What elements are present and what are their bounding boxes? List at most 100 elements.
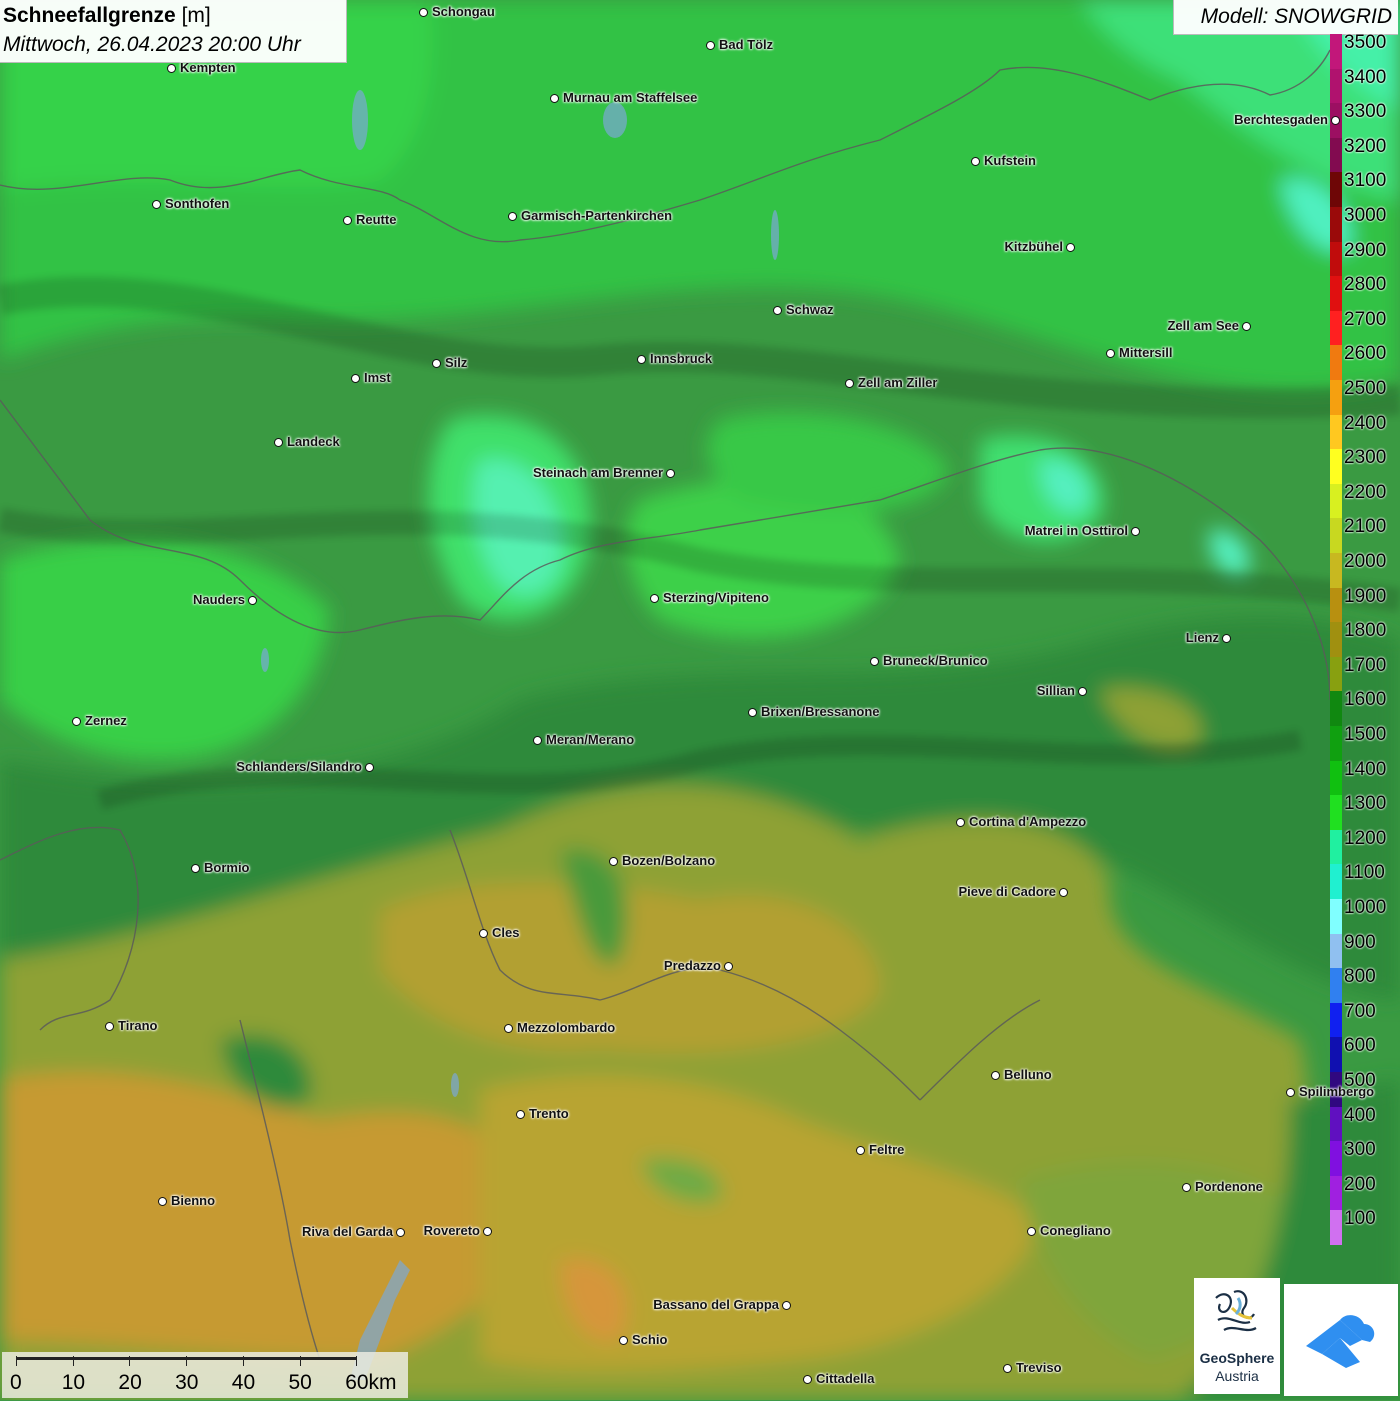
city-marker[interactable] [72,717,81,726]
city-marker[interactable] [191,864,200,873]
city-marker[interactable] [1286,1088,1295,1097]
city-marker[interactable] [483,1227,492,1236]
city-marker[interactable] [167,64,176,73]
city-marker[interactable] [419,8,428,17]
city-marker[interactable] [1131,527,1140,536]
geosphere-logo[interactable]: GeoSphere Austria [1194,1278,1280,1394]
legend-label: 2200 [1344,481,1387,503]
city-marker[interactable] [1027,1227,1036,1236]
city-marker[interactable] [637,355,646,364]
city-marker[interactable] [158,1197,167,1206]
city-marker[interactable] [1106,349,1115,358]
city-label: Matrei in Osttirol [1024,523,1128,538]
city-marker[interactable] [870,657,879,666]
city-marker[interactable] [619,1336,628,1345]
scale-label: 60km [345,1371,397,1394]
city-label: Tirano [118,1018,158,1033]
city-marker[interactable] [1331,116,1340,125]
city-label: Sonthofen [165,196,230,211]
legend-label: 600 [1344,1035,1376,1057]
legend-swatch [1330,1106,1342,1142]
city-marker[interactable] [1242,322,1251,331]
city-label: Feltre [869,1142,905,1157]
city-marker[interactable] [274,438,283,447]
city-marker[interactable] [1066,243,1075,252]
city-marker[interactable] [956,818,965,827]
city-marker[interactable] [516,1110,525,1119]
legend-swatch [1330,483,1342,519]
scale-tick [356,1356,358,1366]
city-marker[interactable] [1078,687,1087,696]
scale-label: 50 [288,1371,312,1394]
city-marker[interactable] [432,359,441,368]
legend-label: 3200 [1344,135,1387,157]
city-label: Bad Tölz [719,37,774,52]
legend-label: 2600 [1344,343,1387,365]
city-label: Pieve di Cadore [958,884,1056,899]
city-marker[interactable] [1222,634,1231,643]
city-marker[interactable] [396,1228,405,1237]
city-marker[interactable] [706,41,715,50]
city-marker[interactable] [748,708,757,717]
city-marker[interactable] [504,1024,513,1033]
city-marker[interactable] [666,469,675,478]
city-marker[interactable] [782,1301,791,1310]
legend-label: 2800 [1344,274,1387,296]
legend-label: 700 [1344,1000,1376,1022]
city-marker[interactable] [365,763,374,772]
legend-swatch [1330,1175,1342,1211]
legend-label: 800 [1344,966,1376,988]
legend-swatch [1330,1037,1342,1073]
legend-label: 2500 [1344,378,1387,399]
city-marker[interactable] [845,379,854,388]
geosphere-emblem-icon [1215,1290,1257,1332]
app-logo[interactable] [1284,1284,1398,1396]
legend-label: 100 [1344,1208,1376,1230]
legend-swatch [1330,760,1342,796]
city-label: Bruneck/Brunico [883,653,988,668]
legend-swatch [1330,34,1342,70]
city-marker[interactable] [248,596,257,605]
city-label: Trento [529,1106,569,1121]
city-label: Lienz [1185,630,1219,645]
city-marker[interactable] [609,857,618,866]
legend-swatch [1330,449,1342,485]
city-marker[interactable] [152,200,161,209]
city-label: Kitzbühel [1004,239,1064,254]
model-panel: Modell: SNOWGRID [1173,0,1398,35]
city-marker[interactable] [550,94,559,103]
city-marker[interactable] [351,374,360,383]
city-label: Innsbruck [650,351,713,366]
legend-swatch [1330,587,1342,623]
city-marker[interactable] [105,1022,114,1031]
city-marker[interactable] [1059,888,1068,897]
city-label: Zernez [85,713,127,728]
city-marker[interactable] [773,306,782,315]
city-marker[interactable] [650,594,659,603]
legend-label: 2100 [1344,516,1387,538]
city-marker[interactable] [533,736,542,745]
city-label: Landeck [287,434,340,449]
legend-swatch [1330,207,1342,243]
city-marker[interactable] [724,962,733,971]
legend-label: 200 [1344,1173,1376,1195]
legend-swatch [1330,345,1342,381]
city-marker[interactable] [803,1375,812,1384]
scale-label: 0 [10,1371,22,1394]
city-marker[interactable] [1182,1183,1191,1192]
city-label: Bormio [204,860,250,875]
city-marker[interactable] [991,1071,1000,1080]
city-label: Meran/Merano [546,732,635,747]
city-marker[interactable] [1003,1364,1012,1373]
legend-label: 3100 [1344,170,1387,192]
city-marker[interactable] [856,1146,865,1155]
legend-label: 1100 [1344,862,1385,884]
city-label: Nauders [192,592,245,607]
legend-swatch [1330,656,1342,692]
city-marker[interactable] [479,929,488,938]
legend-label: 1900 [1344,585,1387,607]
legend-label: 3000 [1344,205,1387,226]
city-marker[interactable] [508,212,517,221]
city-marker[interactable] [343,216,352,225]
city-marker[interactable] [971,157,980,166]
